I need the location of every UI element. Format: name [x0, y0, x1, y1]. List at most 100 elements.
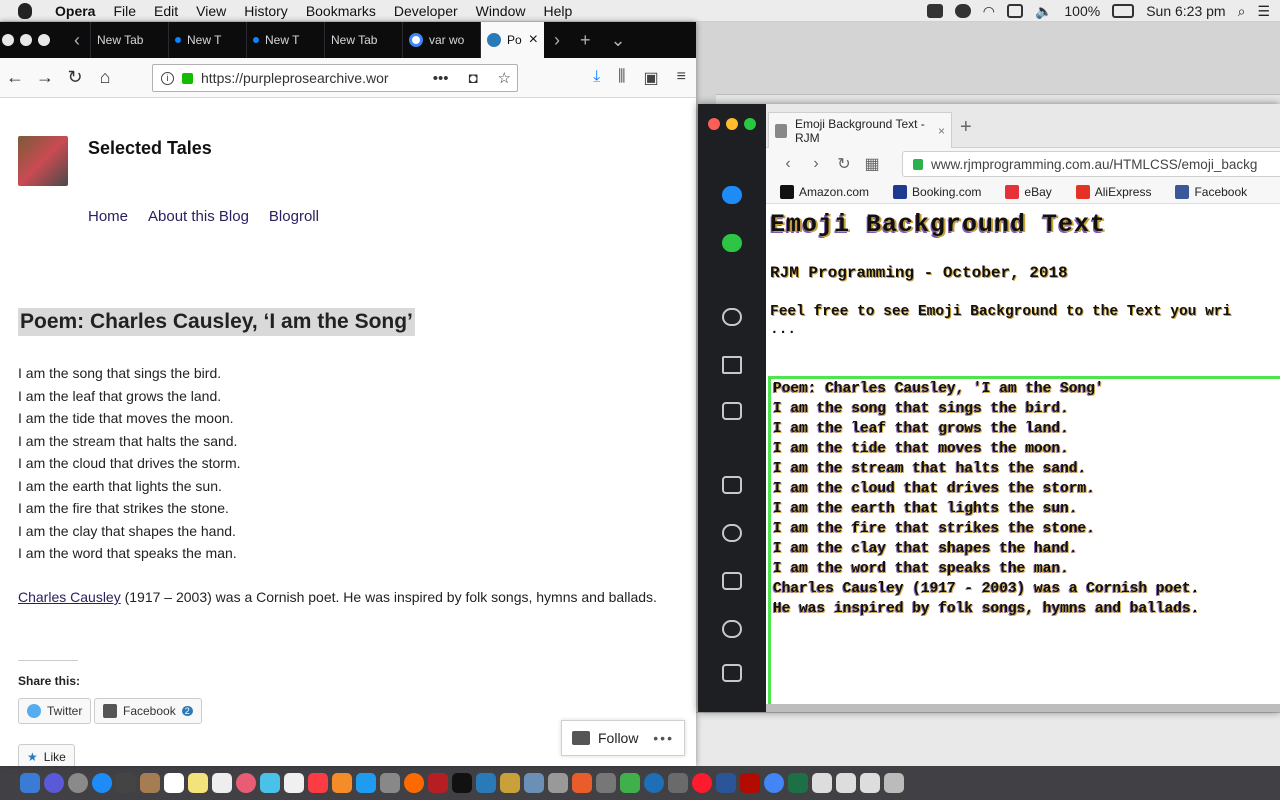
whatsapp-icon[interactable] [722, 234, 742, 252]
more-options-icon[interactable]: ••• [653, 730, 674, 746]
bookmark-ebay[interactable]: eBay [991, 184, 1061, 199]
author-link[interactable]: Charles Causley [18, 589, 121, 605]
spotlight-search-icon[interactable]: ⌕ [1238, 3, 1246, 20]
minimize-window-button[interactable] [20, 34, 32, 46]
menu-edit[interactable]: Edit [145, 3, 187, 19]
sidebar-icon[interactable]: ▣ [644, 68, 659, 88]
clock[interactable]: Sun 6:23 pm [1146, 3, 1225, 19]
battery-icon[interactable] [1112, 4, 1135, 18]
menu-developer[interactable]: Developer [385, 3, 467, 19]
close-window-button[interactable] [2, 34, 14, 46]
bookmark-star-icon[interactable]: ☆ [492, 69, 517, 87]
app-icon[interactable] [596, 773, 616, 793]
facetime-icon[interactable] [284, 773, 304, 793]
downloads-icon[interactable]: ⤓ [593, 68, 600, 88]
opera-tab-active[interactable]: Emoji Background Text - RJM × [768, 112, 952, 148]
tab-new-1[interactable]: New Tab [90, 22, 168, 58]
new-tab-icon[interactable]: + [570, 30, 601, 51]
camera-icon[interactable] [722, 402, 742, 420]
chrome-icon[interactable] [764, 773, 784, 793]
news-icon[interactable] [722, 572, 742, 590]
app-icon[interactable] [644, 773, 664, 793]
opera-url-text[interactable]: www.rjmprogramming.com.au/HTMLCSS/emoji_… [931, 157, 1257, 172]
url-text[interactable]: https://purpleprosearchive.wor [201, 70, 419, 86]
contacts-icon[interactable] [140, 773, 160, 793]
finder-icon[interactable] [20, 773, 40, 793]
pocket-icon[interactable]: ◘ [462, 70, 483, 87]
status-icon[interactable] [954, 4, 971, 18]
tab-scroll-left-icon[interactable]: ‹ [64, 30, 90, 51]
app-icon[interactable] [548, 773, 568, 793]
page-actions-icon[interactable]: ••• [427, 70, 455, 87]
bookmark-facebook[interactable]: Facebook [1161, 184, 1257, 199]
send-icon[interactable] [722, 356, 742, 374]
home-icon[interactable]: ⌂ [90, 67, 120, 88]
messages-icon[interactable] [260, 773, 280, 793]
back-icon[interactable]: ← [0, 67, 30, 88]
launchpad-icon[interactable] [68, 773, 88, 793]
app-store-icon[interactable] [356, 773, 376, 793]
document-icon[interactable] [860, 773, 880, 793]
history-icon[interactable] [722, 620, 742, 638]
close-tab-icon[interactable]: × [938, 124, 945, 138]
notes-icon[interactable] [188, 773, 208, 793]
tab-new-2[interactable]: New T [168, 22, 246, 58]
photos-icon[interactable] [236, 773, 256, 793]
close-tab-icon[interactable]: × [529, 31, 538, 49]
app-icon[interactable] [668, 773, 688, 793]
sidebar-toggle-icon[interactable] [722, 664, 742, 682]
bookmark-aliexpress[interactable]: AliExpress [1062, 184, 1162, 199]
tab-new-3[interactable]: New T [246, 22, 324, 58]
tab-active[interactable]: Po × [480, 22, 544, 58]
filezilla-icon[interactable] [428, 773, 448, 793]
trash-icon[interactable] [884, 773, 904, 793]
tab-scroll-right-icon[interactable]: › [544, 30, 570, 51]
mail-icon[interactable] [116, 773, 136, 793]
nav-blogroll[interactable]: Blogroll [269, 208, 319, 225]
menu-view[interactable]: View [187, 3, 235, 19]
site-info-icon[interactable]: i [161, 71, 174, 85]
forward-icon[interactable]: › [802, 155, 830, 173]
zoom-window-button[interactable] [38, 34, 50, 46]
library-icon[interactable]: ⫼ [618, 68, 625, 88]
tab-google[interactable]: var wo [402, 22, 480, 58]
tab-list-chevron-icon[interactable]: ⌄ [601, 30, 636, 51]
follow-button[interactable]: Follow ••• [561, 720, 685, 756]
excel-icon[interactable] [788, 773, 808, 793]
document-icon[interactable] [836, 773, 856, 793]
reload-icon[interactable]: ↻ [60, 67, 90, 88]
menu-help[interactable]: Help [534, 3, 581, 19]
emoji-text-area[interactable]: Poem: Charles Causley, 'I am the Song' I… [768, 376, 1280, 712]
minimize-window-button[interactable] [726, 118, 738, 130]
share-twitter-button[interactable]: Twitter [18, 698, 92, 724]
reminders-icon[interactable] [212, 773, 232, 793]
volume-icon[interactable]: 🔈 [1035, 3, 1052, 20]
new-tab-icon[interactable]: + [960, 116, 972, 139]
system-preferences-icon[interactable] [380, 773, 400, 793]
app-icon[interactable] [524, 773, 544, 793]
terminal-icon[interactable] [452, 773, 472, 793]
airplay-icon[interactable] [1006, 4, 1023, 18]
music-icon[interactable] [308, 773, 328, 793]
zoom-window-button[interactable] [744, 118, 756, 130]
menu-window[interactable]: Window [467, 3, 535, 19]
apple-menu-icon[interactable] [18, 2, 32, 19]
app-icon[interactable] [500, 773, 520, 793]
wifi-icon[interactable]: ◠ [983, 3, 995, 20]
share-facebook-button[interactable]: Facebook 2 [94, 698, 202, 724]
like-button[interactable]: ★ Like [18, 744, 75, 766]
extension-icon[interactable] [926, 4, 943, 18]
site-logo[interactable] [18, 136, 68, 186]
address-bar[interactable]: i https://purpleprosearchive.wor ••• ◘ ☆ [152, 64, 518, 92]
tabs-grid-icon[interactable]: ▦ [858, 154, 886, 174]
document-icon[interactable] [812, 773, 832, 793]
calendar-icon[interactable] [164, 773, 184, 793]
close-window-button[interactable] [708, 118, 720, 130]
reload-icon[interactable]: ↻ [830, 154, 858, 174]
app-icon[interactable] [476, 773, 496, 793]
app-icon[interactable] [572, 773, 592, 793]
forward-icon[interactable]: → [30, 67, 60, 88]
site-title[interactable]: Selected Tales [88, 138, 212, 159]
safari-icon[interactable] [92, 773, 112, 793]
menu-history[interactable]: History [235, 3, 297, 19]
